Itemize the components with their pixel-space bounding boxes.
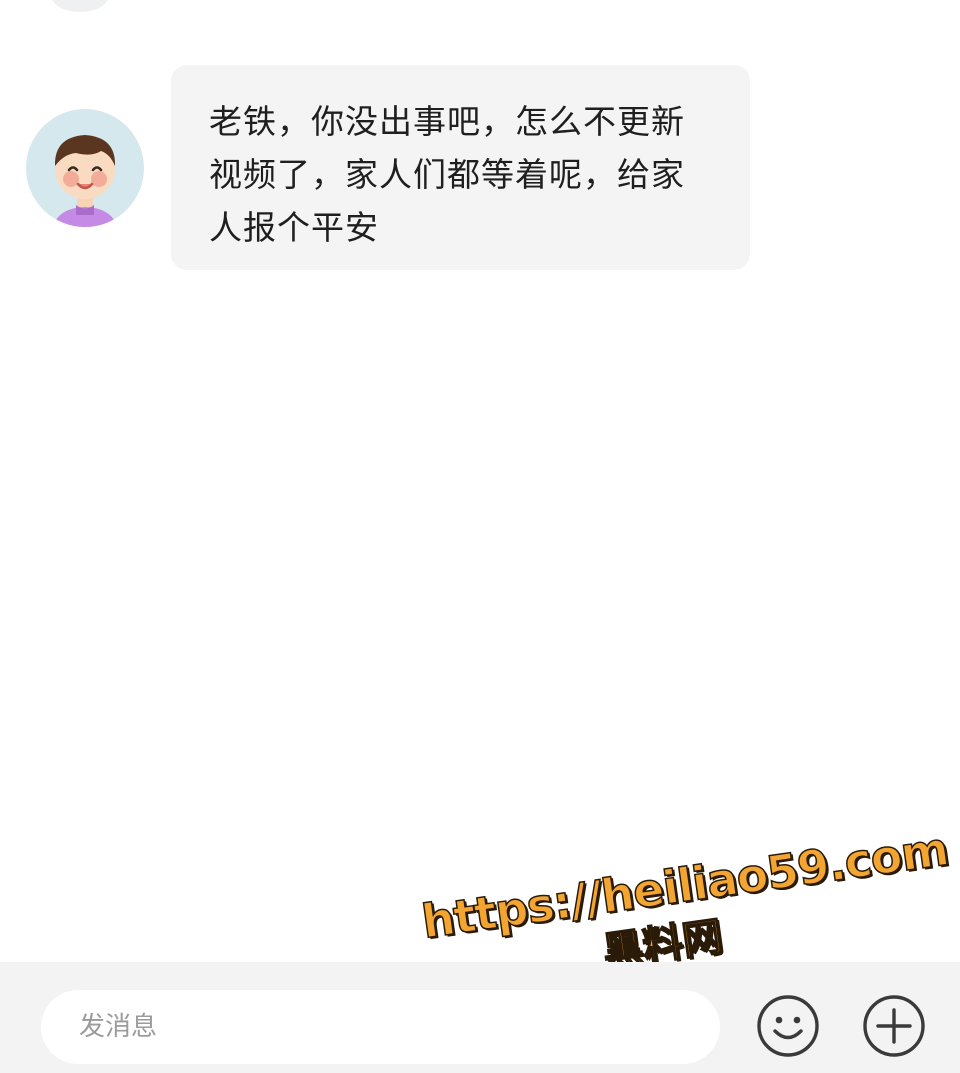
emoji-button[interactable]: [756, 994, 820, 1058]
input-bar: [0, 962, 960, 1073]
previous-item-stub: [52, 0, 108, 12]
chat-message-area: 老铁，你没出事吧，怎么不更新视频了，家人们都等着呢，给家人报个平安: [0, 0, 960, 962]
message-text: 老铁，你没出事吧，怎么不更新视频了，家人们都等着呢，给家人报个平安: [209, 102, 685, 247]
cartoon-child-avatar-icon: [26, 109, 144, 227]
avatar-icon[interactable]: [26, 109, 144, 227]
more-button[interactable]: [862, 994, 926, 1058]
smiley-face-icon: [757, 995, 819, 1057]
message-input[interactable]: [41, 990, 720, 1064]
message-bubble[interactable]: 老铁，你没出事吧，怎么不更新视频了，家人们都等着呢，给家人报个平安: [171, 65, 750, 270]
plus-circle-icon: [863, 995, 925, 1057]
